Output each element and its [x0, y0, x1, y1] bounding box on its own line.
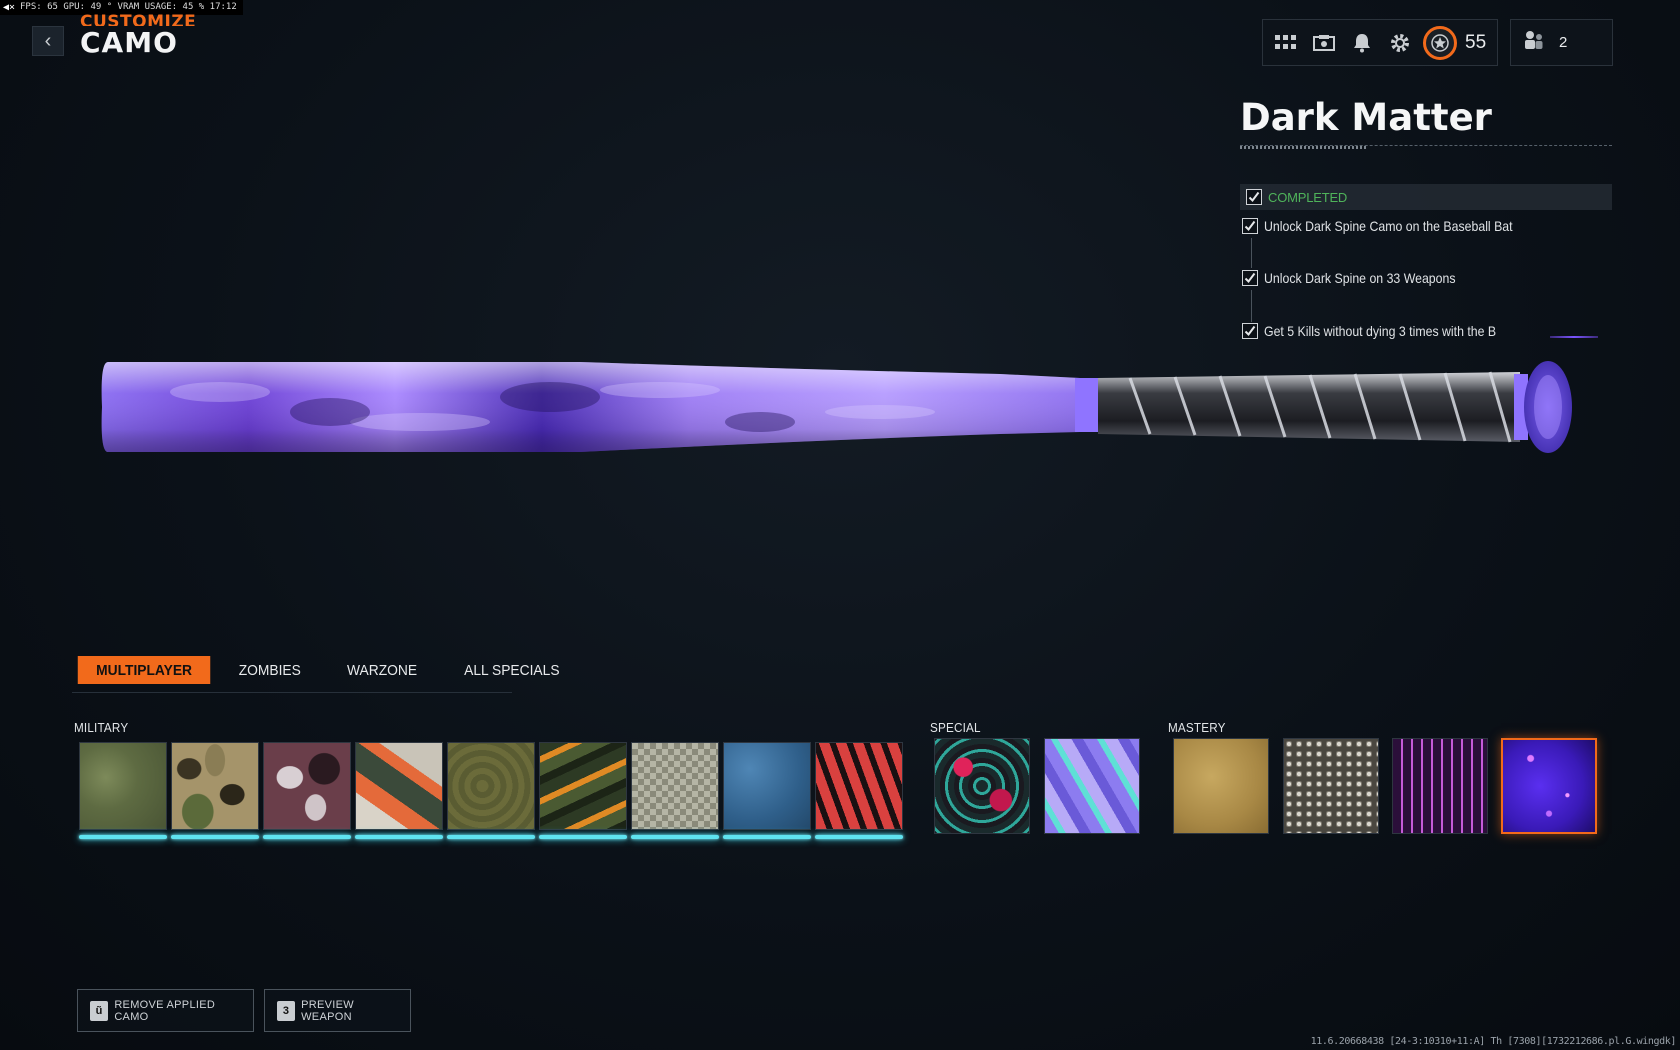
bell-icon[interactable]	[1349, 30, 1375, 56]
party-group[interactable]: 2	[1510, 19, 1613, 66]
challenge-text: Unlock Dark Spine on 33 Weapons	[1264, 270, 1456, 286]
level-badge-icon[interactable]	[1423, 25, 1457, 60]
sparkle-decoration	[1550, 336, 1598, 338]
player-level: 55	[1465, 31, 1487, 53]
gear-icon[interactable]	[1387, 30, 1413, 56]
party-icon	[1523, 29, 1545, 56]
progress-bar	[171, 835, 259, 839]
topbar-group: 55	[1262, 19, 1498, 66]
remove-camo-label: REMOVE APPLIED CAMO	[114, 998, 216, 1023]
back-button[interactable]: ‹	[32, 26, 64, 56]
tab-warzone[interactable]: WARZONE	[328, 656, 435, 684]
key-hint: ũ	[90, 1000, 109, 1021]
store-icon[interactable]	[1311, 30, 1337, 56]
camo-swatch[interactable]	[447, 742, 535, 839]
mastery-camo-dark-spine[interactable]	[1392, 738, 1488, 834]
party-count: 2	[1559, 34, 1568, 51]
chevron-left-icon: ‹	[44, 29, 52, 52]
challenge-item: Unlock Dark Spine Camo on the Baseball B…	[1242, 218, 1546, 234]
tab-zombies[interactable]: ZOMBIES	[220, 656, 319, 684]
checkbox-checked-icon	[1242, 323, 1258, 339]
challenge-item: Get 5 Kills without dying 3 times with t…	[1242, 323, 1528, 339]
camo-swatch[interactable]	[355, 742, 443, 839]
tabs-divider	[72, 692, 512, 693]
challenge-connector	[1251, 238, 1252, 268]
title-progress-accent	[1240, 146, 1368, 149]
progress-bar	[539, 835, 627, 839]
section-label-military: MILITARY	[74, 720, 129, 735]
progress-bar	[79, 835, 167, 839]
camo-swatch[interactable]	[539, 742, 627, 839]
section-label-mastery: MASTERY	[1168, 720, 1226, 735]
checkbox-checked-icon	[1242, 270, 1258, 286]
tab-multiplayer[interactable]: MULTIPLAYER	[77, 656, 211, 684]
camo-swatch[interactable]	[79, 742, 167, 839]
weapon-preview-baseball-bat[interactable]	[100, 352, 1580, 462]
progress-bar	[263, 835, 351, 839]
header-overline: CUSTOMIZE	[80, 12, 197, 26]
camo-name: Dark Matter	[1240, 96, 1492, 139]
page-title: CAMO	[80, 26, 178, 59]
build-info: 11.6.20668438 [24-3:10310+11:A] Th [7308…	[1310, 1036, 1677, 1047]
completion-status: COMPLETED	[1240, 184, 1612, 210]
special-camo-swatch[interactable]	[1044, 738, 1140, 834]
remove-applied-camo-button[interactable]: ũ REMOVE APPLIED CAMO	[77, 989, 254, 1032]
camo-swatch[interactable]	[723, 742, 811, 839]
status-text: COMPLETED	[1268, 189, 1348, 205]
section-label-special: SPECIAL	[930, 720, 981, 735]
camo-category-tabs: MULTIPLAYER ZOMBIES WARZONE ALL SPECIALS	[72, 656, 583, 686]
checkbox-checked-icon	[1242, 218, 1258, 234]
challenge-connector	[1251, 290, 1252, 322]
progress-bar	[723, 835, 811, 839]
checkbox-checked-icon	[1246, 189, 1262, 205]
key-hint: 3	[277, 1000, 296, 1021]
progress-bar	[815, 835, 903, 839]
mastery-camo-diamond[interactable]	[1283, 738, 1379, 834]
challenge-item: Unlock Dark Spine on 33 Weapons	[1242, 270, 1482, 286]
preview-weapon-button[interactable]: 3 PREVIEW WEAPON	[264, 989, 411, 1032]
mastery-camo-dark-matter[interactable]	[1501, 738, 1597, 834]
challenge-text: Unlock Dark Spine Camo on the Baseball B…	[1264, 218, 1513, 234]
mastery-camo-gold[interactable]	[1173, 738, 1269, 834]
challenge-text: Get 5 Kills without dying 3 times with t…	[1264, 323, 1497, 339]
camo-swatch[interactable]	[815, 742, 903, 839]
preview-weapon-label: PREVIEW WEAPON	[301, 998, 354, 1023]
mute-icon: ◀×	[3, 2, 16, 13]
progress-bar	[447, 835, 535, 839]
progress-bar	[355, 835, 443, 839]
tab-all-specials[interactable]: ALL SPECIALS	[446, 656, 578, 684]
grid-menu-icon[interactable]	[1273, 30, 1299, 56]
camo-swatch[interactable]	[263, 742, 351, 839]
camo-swatch[interactable]	[631, 742, 719, 839]
camo-swatch[interactable]	[171, 742, 259, 839]
progress-bar	[631, 835, 719, 839]
special-camo-swatch[interactable]	[934, 738, 1030, 834]
